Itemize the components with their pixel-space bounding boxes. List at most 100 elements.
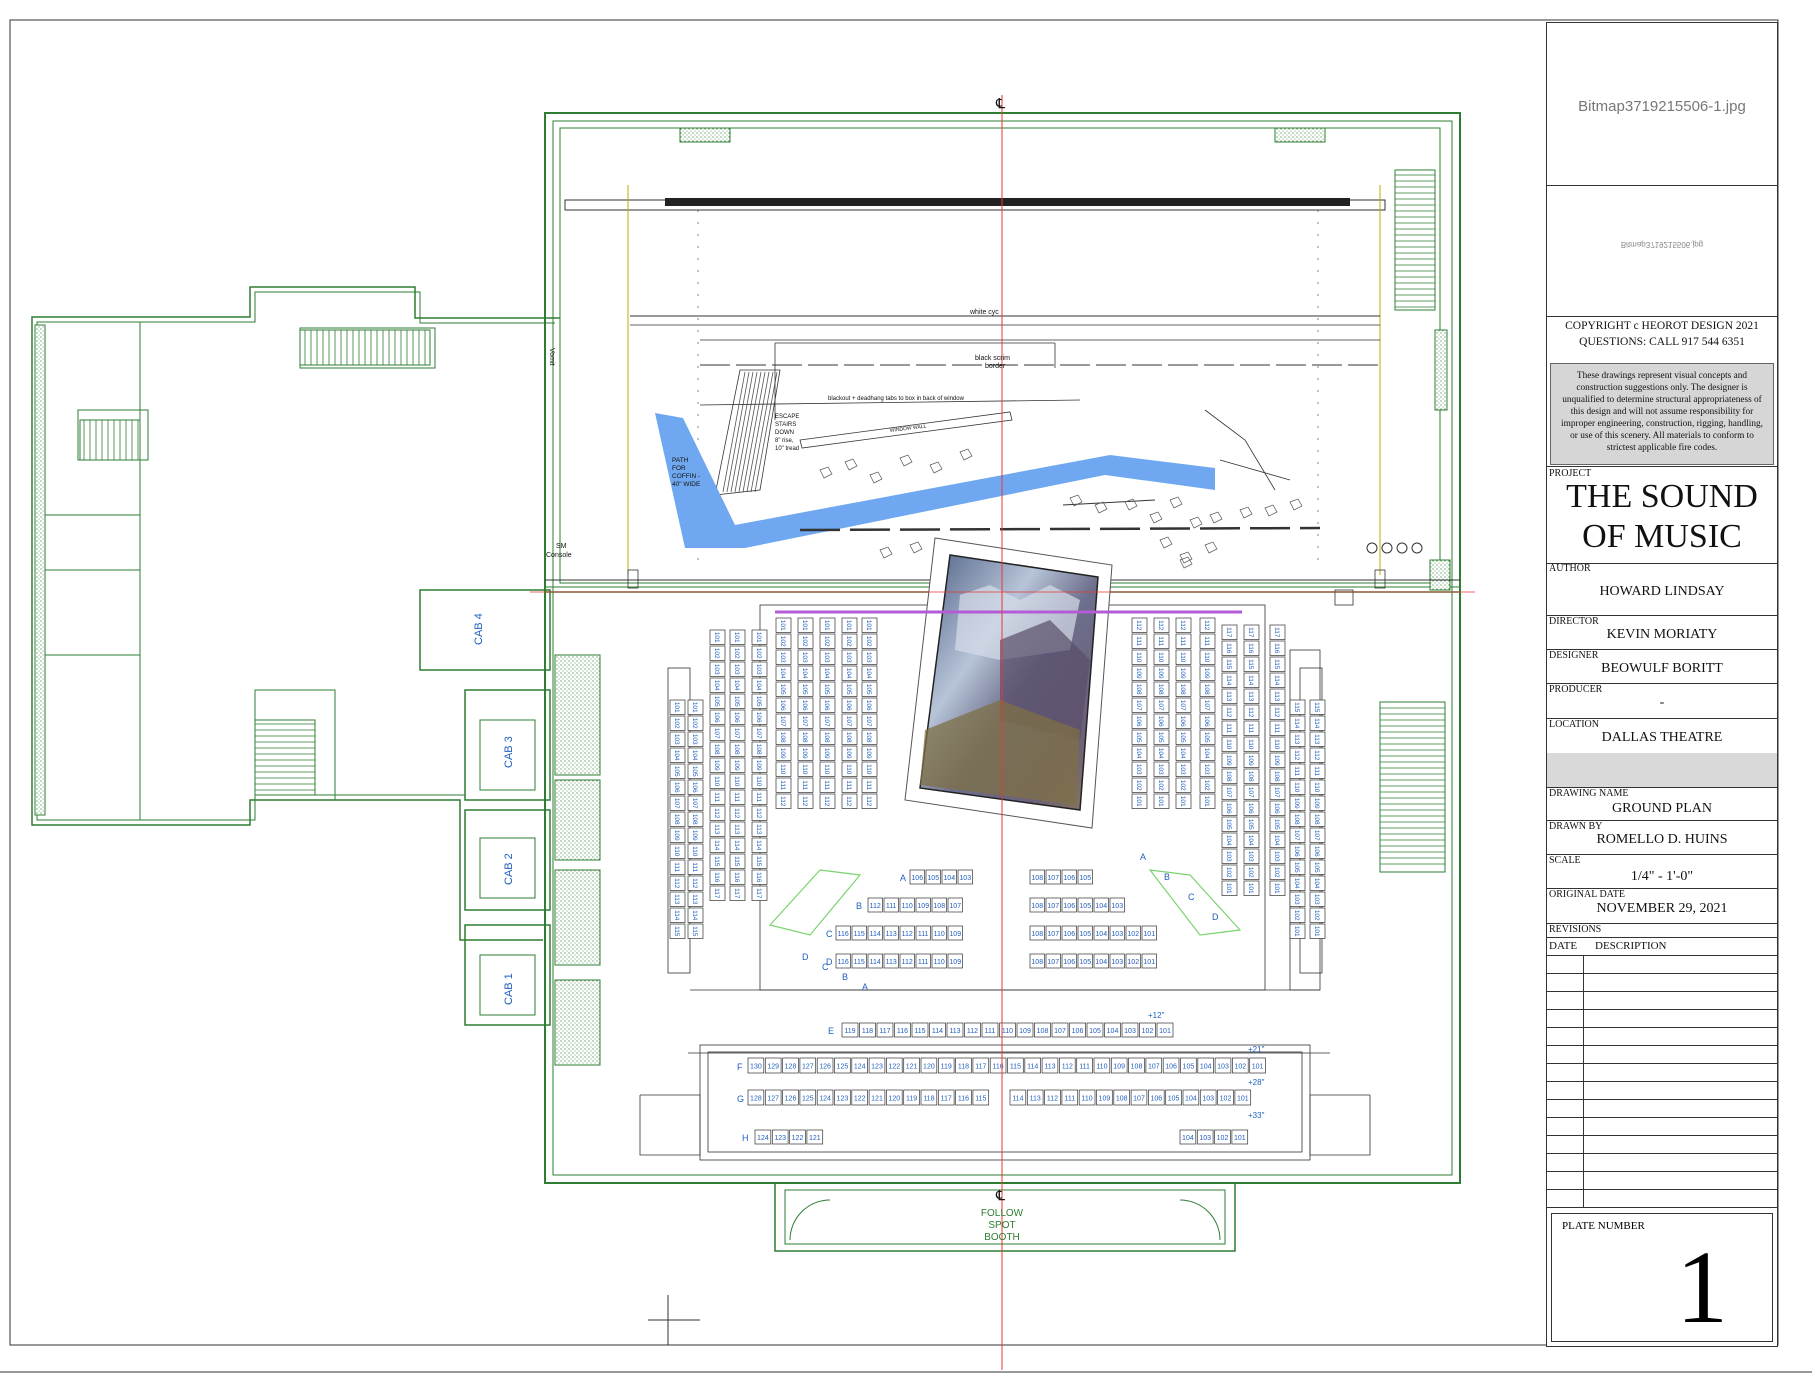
seat-number: 119 <box>906 1096 917 1103</box>
seat-number: 104 <box>1200 1064 1212 1071</box>
seat-number: 115 <box>1313 702 1320 713</box>
seat-number: 102 <box>1179 780 1186 791</box>
seat-number: 112 <box>1157 620 1164 631</box>
seat-number: 103 <box>779 652 786 663</box>
seat-number: 111 <box>1293 766 1300 776</box>
seat-number: 112 <box>733 808 740 819</box>
plate-number: 1 <box>1676 1230 1728 1345</box>
seat-number: 104 <box>1095 931 1107 938</box>
ground-plan-drawing: 119 118 117 116 115 114 113 112 111 110 109 108 107 1… <box>0 19 1812 1373</box>
label-vomit: Vomit <box>548 348 555 366</box>
seat-number: 105 <box>1157 732 1164 743</box>
seat-number: 102 <box>823 636 830 647</box>
seat-number: 105 <box>1079 903 1091 910</box>
seat-number: 103 <box>823 652 830 663</box>
seat-number: 104 <box>1247 835 1254 846</box>
seat-number: 104 <box>1107 1028 1119 1035</box>
seat-number: 124 <box>819 1096 831 1103</box>
seat-number: 108 <box>933 903 945 910</box>
seat-number: 113 <box>1030 1096 1041 1103</box>
project-cell: PROJECT THE SOUND OF MUSIC <box>1547 466 1777 564</box>
rock <box>844 458 858 471</box>
row-letter: A <box>862 982 868 992</box>
seat-number: 115 <box>1010 1064 1021 1071</box>
seat-number: 113 <box>1313 734 1320 745</box>
label-black-scrim: black scrim <box>975 355 1010 362</box>
disclaimer-box: These drawings represent visual concepts… <box>1550 363 1774 465</box>
seat-number: 114 <box>733 840 740 851</box>
seat-number: 108 <box>801 732 808 743</box>
revision-rows <box>1547 955 1777 1210</box>
seat-number: 107 <box>1148 1064 1160 1071</box>
seat-number: 111 <box>673 862 680 872</box>
seat-number: 106 <box>1273 803 1280 814</box>
seat-number: 105 <box>865 684 872 695</box>
seat-number: 108 <box>691 814 698 825</box>
seat-number: 111 <box>1247 723 1254 733</box>
seat-number: 110 <box>1273 739 1280 750</box>
seat-number: 114 <box>1313 718 1320 729</box>
seat-number: 110 <box>1096 1064 1107 1071</box>
seat-number: 122 <box>792 1135 804 1142</box>
seat-number: 102 <box>713 648 720 659</box>
seat-number: 108 <box>1031 959 1043 966</box>
seat-number: 103 <box>1273 851 1280 862</box>
seat-number: 110 <box>902 903 913 910</box>
seat-number: 101 <box>1234 1135 1246 1142</box>
seat-number: 112 <box>823 796 830 807</box>
seat-number: 103 <box>1203 764 1210 775</box>
seat-number: 114 <box>755 840 762 851</box>
seat-number: 105 <box>1135 732 1142 743</box>
seat-number: 106 <box>1179 716 1186 727</box>
left-bank-col: 101 102 103 104 105 106 107 108 109 110 111 112 113 1… <box>729 629 746 901</box>
seat-number: 106 <box>1313 846 1320 857</box>
seat-number: 109 <box>949 959 961 966</box>
seat-number: 116 <box>958 1096 969 1103</box>
seat-number: 107 <box>733 728 740 739</box>
seat-number: 110 <box>934 959 945 966</box>
seat-number: 107 <box>673 798 680 809</box>
seat-number: 111 <box>733 792 740 802</box>
seat-number: 113 <box>1044 1064 1055 1071</box>
row-f: 130 129 128 127 126 125 124 123 122 121 120 119 118 1… <box>747 1057 1266 1074</box>
seat-number: 123 <box>871 1064 883 1071</box>
rock <box>1159 536 1173 549</box>
row-letter: G <box>737 1094 744 1104</box>
seat-number: 104 <box>1203 748 1210 759</box>
seat-number: 104 <box>801 668 808 679</box>
stipple-walls <box>34 127 1451 1066</box>
left-bank-col: 101 102 103 104 105 106 107 108 109 110 111 112 113 1… <box>669 699 686 939</box>
seat-number: 112 <box>845 796 852 807</box>
seat-number: 102 <box>1142 1028 1154 1035</box>
seat-number: 108 <box>865 732 872 743</box>
seat-number: 106 <box>1225 803 1232 814</box>
rock <box>819 466 833 479</box>
seat-number: 110 <box>691 846 698 857</box>
seat-number: 103 <box>1135 764 1142 775</box>
seat-number: 108 <box>713 744 720 755</box>
seat-number: 106 <box>1063 931 1075 938</box>
seat-number: 107 <box>845 716 852 727</box>
seat-number: 110 <box>823 764 830 775</box>
seat-number: 107 <box>801 716 808 727</box>
seat-number: 105 <box>755 696 762 707</box>
seat-number: 102 <box>733 648 740 659</box>
seat-number: 116 <box>1225 643 1232 654</box>
seat-number: 108 <box>1037 1028 1049 1035</box>
seat-number: 111 <box>755 792 762 802</box>
svg-text:ESCAPE: ESCAPE <box>775 414 799 420</box>
seat-number: 103 <box>1247 851 1254 862</box>
seat-number: 113 <box>1293 734 1300 745</box>
seat-number: 104 <box>1179 748 1186 759</box>
bitmap-label: Bitmap3719215506-1.jpg <box>1578 98 1746 115</box>
seat-number: 113 <box>949 1028 960 1035</box>
seat-number: 106 <box>733 712 740 723</box>
rock <box>909 541 923 554</box>
seat-number: 117 <box>755 888 762 899</box>
seat-number: 111 <box>886 903 897 910</box>
seat-number: 110 <box>1203 652 1210 663</box>
rock <box>899 454 913 467</box>
seat-number: 101 <box>1135 796 1142 807</box>
seat-number: 110 <box>934 931 945 938</box>
seat-number: 109 <box>949 931 961 938</box>
